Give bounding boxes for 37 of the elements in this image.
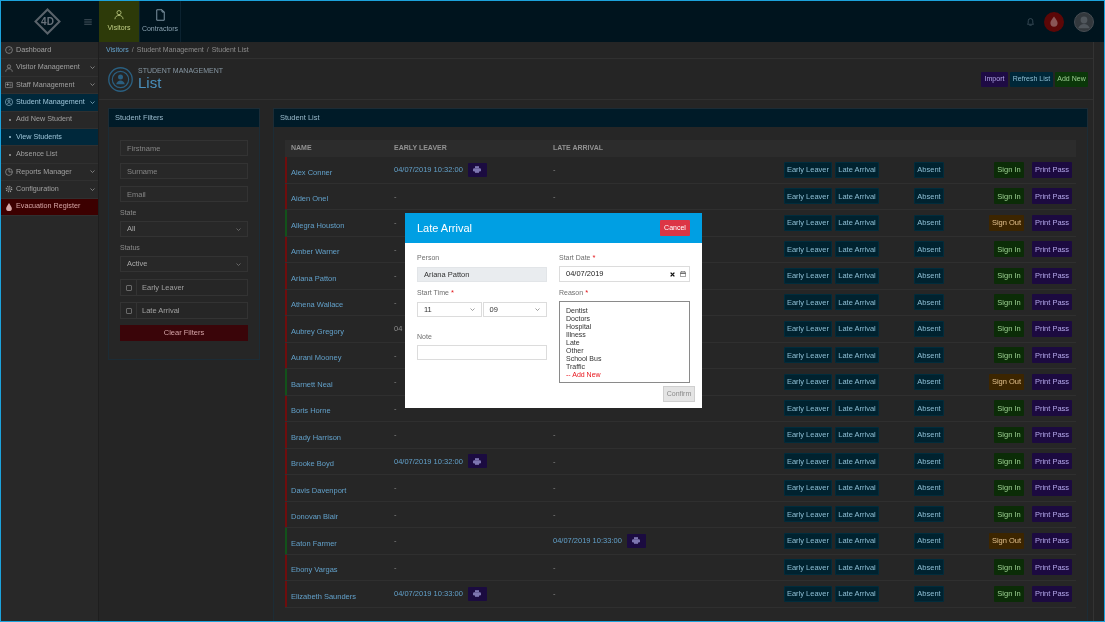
chevron-icon	[469, 308, 475, 311]
modal-title: Late Arrival	[417, 220, 473, 236]
checkbox[interactable]	[125, 307, 132, 314]
gauge-icon	[5, 46, 13, 55]
chevron-icon	[90, 66, 95, 70]
page-title: List	[138, 75, 163, 91]
printer-icon	[473, 590, 482, 598]
chevron-icon	[535, 308, 540, 311]
drop-icon	[5, 202, 13, 211]
id-card-icon	[5, 80, 13, 89]
print-button[interactable]	[467, 162, 487, 177]
printer-icon	[632, 537, 641, 545]
logo[interactable]: 4D	[34, 8, 61, 35]
print-button[interactable]	[467, 586, 487, 601]
settings-icon	[5, 185, 13, 194]
pie-chart-icon	[5, 167, 13, 176]
chevron-icon	[90, 187, 95, 191]
chevron-icon	[90, 170, 95, 174]
printer-icon	[473, 166, 482, 174]
chevron-icon	[90, 83, 95, 87]
person-icon	[108, 66, 133, 92]
close-icon[interactable]	[670, 271, 675, 277]
print-button[interactable]	[467, 454, 487, 469]
document-icon	[155, 8, 165, 21]
calendar-icon[interactable]	[680, 271, 686, 277]
avatar-icon[interactable]	[1074, 11, 1094, 32]
person-icon	[5, 63, 13, 72]
chevron-icon	[236, 262, 241, 266]
checkbox[interactable]	[125, 284, 132, 291]
menu-icon[interactable]	[84, 18, 92, 25]
person-icon	[114, 9, 124, 21]
printer-icon	[473, 457, 482, 465]
chevron-icon	[90, 100, 95, 104]
person-icon	[5, 98, 13, 107]
chevron-icon	[236, 227, 241, 231]
drop-icon[interactable]	[1044, 11, 1064, 32]
print-button[interactable]	[626, 533, 646, 548]
